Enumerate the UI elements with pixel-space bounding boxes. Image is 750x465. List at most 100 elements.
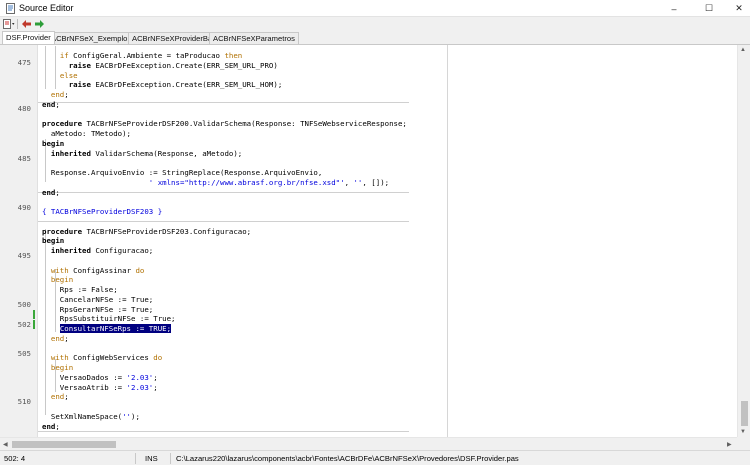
code-line[interactable]: if ConfigGeral.Ambiente = taProducao the… bbox=[42, 51, 242, 60]
code-token: if bbox=[59, 51, 69, 60]
code-token: '2.03' bbox=[126, 382, 154, 392]
code-line[interactable]: VersaoAtrib := '2.03'; bbox=[42, 383, 158, 392]
status-divider bbox=[135, 453, 136, 464]
status-bar: 502: 4 INS C:\Lazarus220\lazarus\compone… bbox=[0, 450, 750, 465]
horizontal-scrollbar[interactable]: ◀ ▶ bbox=[0, 437, 737, 450]
code-token: ; bbox=[64, 90, 69, 99]
line-number: 500 bbox=[17, 300, 31, 309]
tab-dsf-provider[interactable]: DSF.Provider bbox=[2, 31, 55, 44]
source-editor[interactable]: 475 480 485 490 495 500 502 505 510 if C… bbox=[0, 44, 750, 438]
code-token: VersaoAtrib := bbox=[42, 382, 127, 392]
procedure-separator bbox=[38, 192, 409, 193]
code-line[interactable]: begin bbox=[42, 363, 73, 372]
code-token: do bbox=[135, 265, 145, 275]
code-token: then bbox=[224, 51, 243, 60]
code-area[interactable]: if ConfigGeral.Ambiente = taProducao the… bbox=[38, 45, 737, 438]
code-line[interactable]: aMetodo: TMetodo); bbox=[42, 129, 131, 138]
code-line[interactable]: { TACBrNFSeProviderDSF203 } bbox=[42, 207, 162, 216]
code-token: end bbox=[42, 187, 56, 197]
code-line[interactable]: procedure TACBrNFSeProviderDSF203.Config… bbox=[42, 227, 251, 236]
code-token: ConfigAssinar bbox=[68, 265, 136, 275]
code-token: with bbox=[50, 353, 69, 363]
code-line[interactable]: with ConfigAssinar do bbox=[42, 266, 144, 275]
maximize-button[interactable]: ☐ bbox=[694, 0, 724, 17]
scroll-up-icon[interactable]: ▲ bbox=[740, 47, 746, 53]
toolbar-separator bbox=[17, 19, 18, 29]
scroll-left-icon[interactable]: ◀ bbox=[3, 441, 8, 448]
file-list-icon bbox=[3, 19, 15, 29]
code-token: '' bbox=[122, 411, 131, 421]
horizontal-scroll-thumb[interactable] bbox=[12, 441, 116, 448]
maximize-icon: ☐ bbox=[704, 3, 714, 13]
scroll-right-icon[interactable]: ▶ bbox=[727, 441, 732, 448]
minimize-button[interactable]: – bbox=[659, 0, 689, 17]
code-token: begin bbox=[42, 138, 65, 148]
code-line[interactable]: end; bbox=[42, 188, 60, 197]
cursor-position: 502: 4 bbox=[4, 454, 26, 463]
back-arrow-icon bbox=[22, 20, 31, 28]
code-token: ; bbox=[55, 187, 60, 197]
code-token: TACBrNFSeProviderDSF203.Configuracao; bbox=[82, 226, 252, 236]
code-line[interactable]: begin bbox=[42, 236, 64, 245]
code-line[interactable]: end; bbox=[42, 90, 69, 99]
line-number: 510 bbox=[17, 397, 31, 406]
code-line[interactable]: begin bbox=[42, 139, 64, 148]
code-token: RpsSubstituirNFSe := True; bbox=[42, 314, 176, 324]
code-line[interactable]: raise EACBrDFeException.Create(ERR_SEM_U… bbox=[42, 80, 283, 89]
code-line[interactable]: RpsSubstituirNFSe := True; bbox=[42, 314, 176, 323]
line-number: 485 bbox=[17, 154, 31, 163]
code-token: end bbox=[50, 392, 65, 402]
code-token: Rps := False; bbox=[42, 285, 118, 294]
code-line[interactable]: ConsultarNFSeRps := TRUE; bbox=[42, 324, 172, 333]
close-icon: ✕ bbox=[735, 3, 743, 13]
vertical-scrollbar[interactable]: ▲ ▼ bbox=[737, 45, 750, 438]
scroll-down-icon[interactable]: ▼ bbox=[740, 429, 746, 435]
vertical-scroll-thumb[interactable] bbox=[741, 401, 748, 426]
code-line[interactable]: ' xmlns="http://www.abrasf.org.br/nfse.x… bbox=[42, 178, 389, 187]
back-button[interactable] bbox=[22, 19, 31, 29]
code-line[interactable]: end; bbox=[42, 422, 60, 431]
code-line[interactable]: Rps := False; bbox=[42, 285, 118, 294]
line-number: 495 bbox=[17, 251, 31, 260]
code-token: ; bbox=[55, 421, 60, 431]
forward-button[interactable] bbox=[35, 19, 44, 29]
code-token: ValidarSchema(Response, aMetodo); bbox=[90, 148, 243, 158]
code-line[interactable]: procedure TACBrNFSeProviderDSF200.Valida… bbox=[42, 119, 407, 128]
procedure-separator bbox=[38, 102, 409, 103]
code-token: end bbox=[42, 421, 56, 431]
code-line[interactable]: with ConfigWebServices do bbox=[42, 353, 162, 362]
close-button[interactable]: ✕ bbox=[724, 0, 750, 17]
code-line[interactable]: SetXmlNameSpace(''); bbox=[42, 412, 140, 421]
window-title: Source Editor bbox=[19, 3, 74, 13]
document-icon bbox=[6, 3, 15, 14]
code-line[interactable]: raise EACBrDFeException.Create(ERR_SEM_U… bbox=[42, 61, 278, 70]
tab-acbrnfsex-parametros[interactable]: ACBrNFSeXParametros bbox=[209, 32, 299, 44]
code-line[interactable]: RpsGerarNFSe := True; bbox=[42, 305, 153, 314]
code-token: ; bbox=[153, 382, 158, 392]
code-token: Response.ArquivoEnvio := StringReplace(R… bbox=[42, 168, 323, 177]
code-token: CancelarNFSe := True; bbox=[42, 294, 154, 304]
code-line[interactable]: Response.ArquivoEnvio := StringReplace(R… bbox=[42, 168, 322, 177]
file-list-button[interactable] bbox=[3, 19, 15, 29]
code-token: '2.03' bbox=[126, 372, 154, 382]
code-line[interactable]: inherited ValidarSchema(Response, aMetod… bbox=[42, 149, 242, 158]
status-divider bbox=[170, 453, 171, 464]
toolbar bbox=[0, 17, 750, 31]
code-line[interactable]: VersaoDados := '2.03'; bbox=[42, 373, 158, 382]
code-line[interactable]: end; bbox=[42, 100, 60, 109]
code-line[interactable]: else bbox=[42, 71, 78, 80]
line-number-gutter: 475 480 485 490 495 500 502 505 510 bbox=[0, 45, 38, 438]
code-line[interactable]: inherited Configuracao; bbox=[42, 246, 153, 255]
code-line[interactable]: end; bbox=[42, 392, 69, 401]
code-line[interactable]: begin bbox=[42, 275, 73, 284]
code-token: VersaoDados := bbox=[42, 372, 127, 382]
code-line[interactable]: end; bbox=[42, 334, 69, 343]
code-line[interactable]: CancelarNFSe := True; bbox=[42, 295, 153, 304]
code-token: inherited bbox=[50, 148, 91, 158]
code-token: ConsultarNFSeRps := TRUE; bbox=[59, 324, 172, 333]
code-token: Configuracao; bbox=[90, 246, 154, 255]
